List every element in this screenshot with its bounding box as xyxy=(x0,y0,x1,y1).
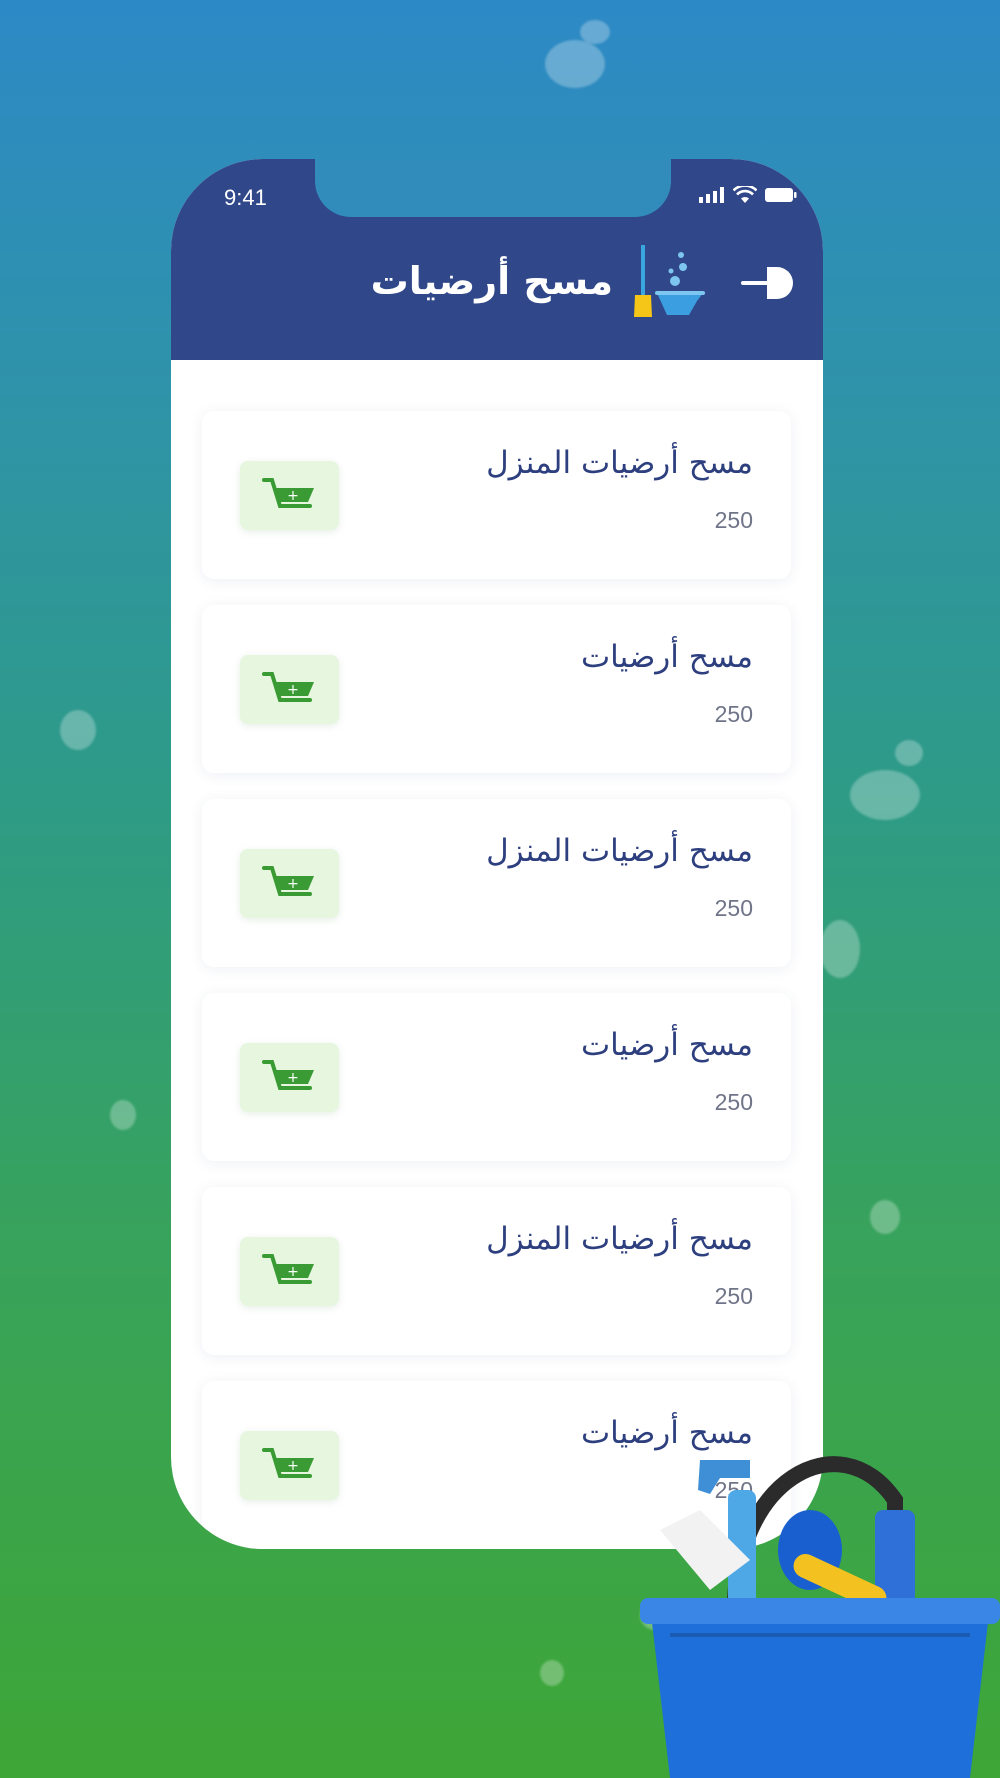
add-to-cart-button[interactable]: + xyxy=(240,655,339,724)
svg-text:+: + xyxy=(287,1070,299,1086)
product-name: مسح أرضيات المنزل xyxy=(486,833,753,869)
water-droplet xyxy=(540,1660,564,1686)
product-price: 250 xyxy=(714,895,753,921)
product-name: مسح أرضيات المنزل xyxy=(486,1221,753,1257)
status-time: 9:41 xyxy=(224,185,267,210)
add-to-cart-button[interactable]: + xyxy=(240,1237,339,1306)
svg-text:+: + xyxy=(287,1264,299,1280)
water-droplet xyxy=(850,770,920,820)
broom-bucket-icon xyxy=(634,245,705,317)
svg-text:+: + xyxy=(287,876,299,892)
phone-screen: 9:41 مسح أرضيات مسح أرضيات المنزل 250 + … xyxy=(171,159,823,1549)
product-name: مسح أرضيات xyxy=(580,1027,753,1063)
product-price: 250 xyxy=(714,701,753,727)
water-droplet xyxy=(545,40,605,88)
arrow-right-icon[interactable] xyxy=(741,267,793,299)
add-to-cart-icon: + xyxy=(261,477,314,508)
water-droplet xyxy=(110,1100,136,1130)
water-droplet xyxy=(60,710,96,750)
water-droplet xyxy=(820,920,860,978)
add-to-cart-button[interactable]: + xyxy=(240,1043,339,1112)
add-to-cart-button[interactable]: + xyxy=(240,461,339,530)
product-price: 250 xyxy=(714,1283,753,1309)
add-to-cart-icon: + xyxy=(261,1059,314,1090)
page-title: مسح أرضيات xyxy=(370,259,613,303)
water-droplet xyxy=(580,20,610,44)
signal-icon xyxy=(699,187,724,203)
add-to-cart-icon: + xyxy=(261,1253,314,1284)
water-droplet xyxy=(895,740,923,766)
phone-notch xyxy=(315,159,671,217)
add-to-cart-button[interactable]: + xyxy=(240,849,339,918)
water-droplet xyxy=(870,1200,900,1234)
add-to-cart-button[interactable]: + xyxy=(240,1431,339,1500)
product-name: مسح أرضيات xyxy=(580,639,753,675)
status-icons xyxy=(699,186,797,204)
product-card[interactable]: مسح أرضيات 250 + xyxy=(202,993,791,1161)
add-to-cart-icon: + xyxy=(261,1447,314,1478)
add-to-cart-icon: + xyxy=(261,865,314,896)
product-card[interactable]: مسح أرضيات المنزل 250 + xyxy=(202,1187,791,1355)
product-card[interactable]: مسح أرضيات 250 + xyxy=(202,605,791,773)
svg-text:+: + xyxy=(287,488,299,504)
product-card[interactable]: مسح أرضيات المنزل 250 + xyxy=(202,799,791,967)
svg-text:+: + xyxy=(287,1458,299,1474)
product-name: مسح أرضيات المنزل xyxy=(486,445,753,481)
battery-icon xyxy=(765,188,797,202)
product-price: 250 xyxy=(714,1089,753,1115)
product-price: 250 xyxy=(714,507,753,533)
svg-text:+: + xyxy=(287,682,299,698)
app-header: 9:41 مسح أرضيات xyxy=(171,159,823,360)
wifi-icon xyxy=(733,186,757,203)
product-card[interactable]: مسح أرضيات المنزل 250 + xyxy=(202,411,791,579)
cleaning-bucket-illustration xyxy=(640,1456,1000,1778)
add-to-cart-icon: + xyxy=(261,671,314,702)
